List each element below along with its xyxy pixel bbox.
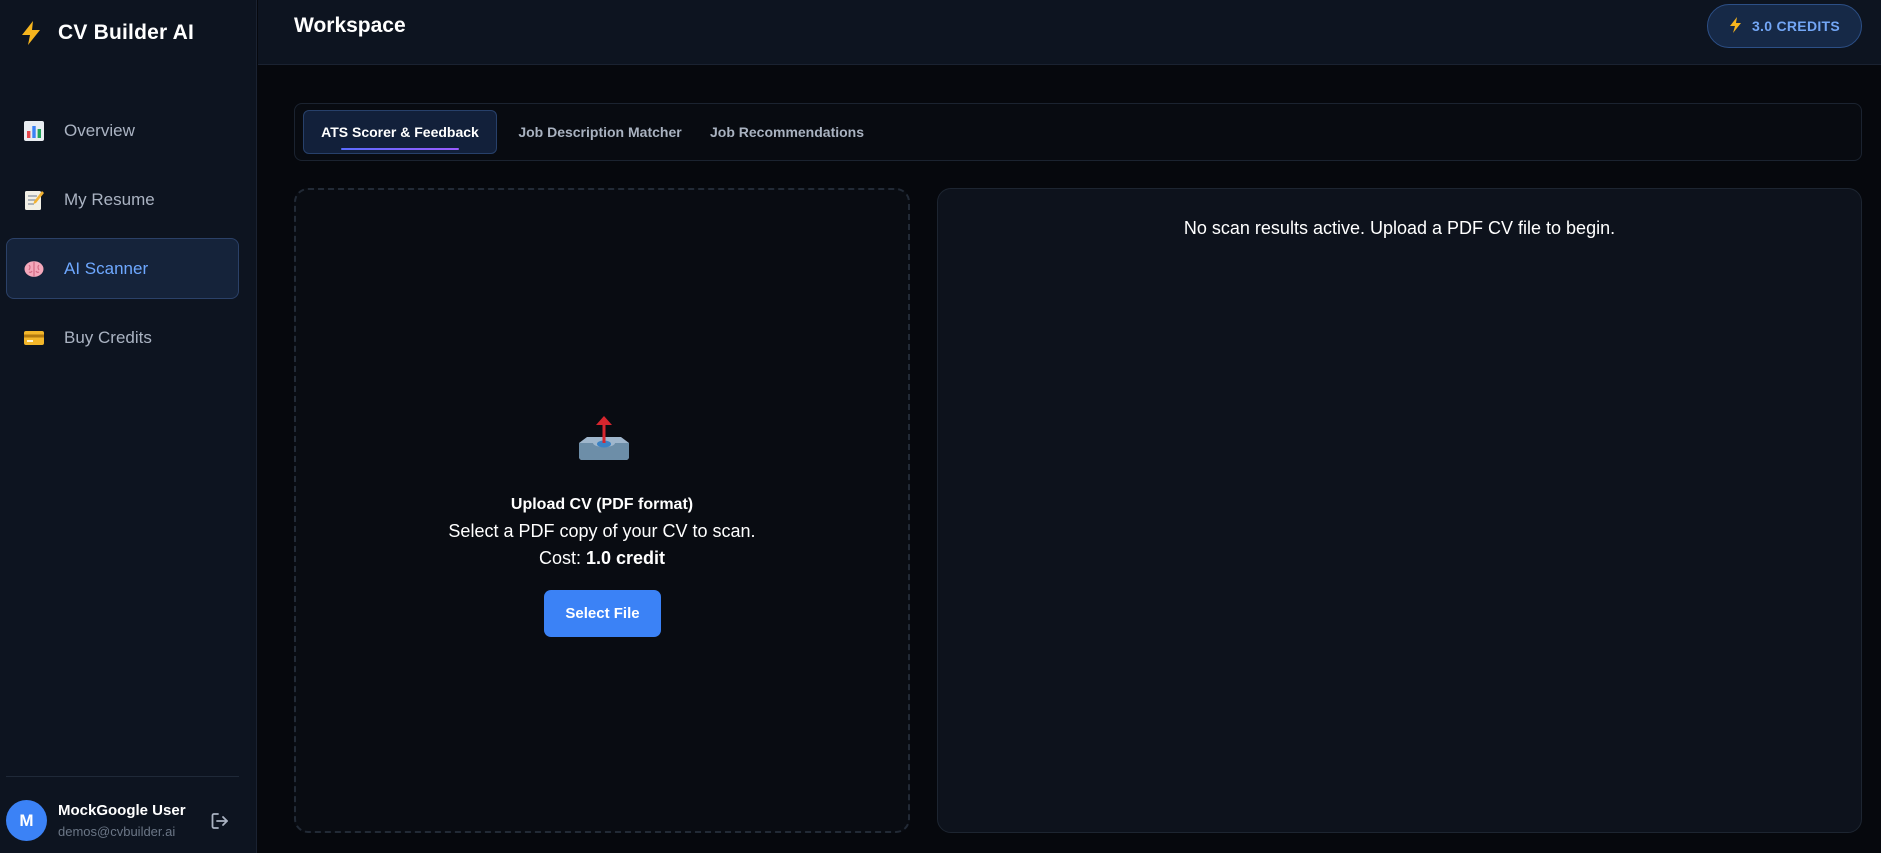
user-name: MockGoogle User: [58, 802, 186, 819]
brand-name: CV Builder AI: [58, 21, 195, 44]
sidebar-item-label: Buy Credits: [64, 327, 152, 347]
credits-label: 3.0 CREDITS: [1751, 18, 1841, 34]
tab-ats-scorer[interactable]: ATS Scorer & Feedback: [303, 110, 497, 154]
active-tab-indicator: [341, 148, 459, 150]
sidebar-item-ai-scanner[interactable]: AI Scanner: [6, 238, 239, 299]
tab-label: Job Description Matcher: [518, 124, 682, 140]
brand[interactable]: CV Builder AI: [18, 20, 194, 46]
cost-value: 1.0 credit: [585, 548, 666, 568]
sidebar-item-label: AI Scanner: [64, 258, 149, 278]
user-info: MockGoogle User demos@cvbuilder.ai: [58, 802, 186, 839]
lightning-icon: [1729, 16, 1742, 36]
logout-icon[interactable]: [209, 810, 231, 832]
upload-title: Upload CV (PDF format): [510, 496, 694, 513]
empty-results-message: No scan results active. Upload a PDF CV …: [1183, 218, 1616, 238]
upload-cost: Cost: 1.0 credit: [296, 548, 908, 569]
top-header: Workspace 3.0 CREDITS: [258, 0, 1881, 65]
user-email: demos@cvbuilder.ai: [58, 824, 176, 839]
sidebar-item-my-resume[interactable]: My Resume: [6, 169, 239, 230]
credits-badge[interactable]: 3.0 CREDITS: [1707, 4, 1862, 48]
tab-label: Job Recommendations: [709, 124, 865, 140]
tab-label: ATS Scorer & Feedback: [321, 124, 479, 140]
sidebar: CV Builder AI Overview My Resume AI Scan…: [0, 0, 257, 853]
credit-card-icon: [22, 326, 46, 350]
sidebar-divider: [6, 776, 239, 777]
page-title: Workspace: [294, 14, 406, 37]
bar-chart-icon: [22, 119, 46, 143]
sidebar-item-overview[interactable]: Overview: [6, 100, 239, 161]
lightning-icon: [18, 20, 44, 46]
memo-icon: [22, 188, 46, 212]
upload-dropzone[interactable]: Upload CV (PDF format) Select a PDF copy…: [294, 188, 910, 833]
scanner-tabs: ATS Scorer & Feedback Job Description Ma…: [294, 103, 1862, 161]
app-root: CV Builder AI Overview My Resume AI Scan…: [0, 0, 1881, 853]
cost-prefix: Cost:: [538, 548, 586, 568]
sidebar-item-buy-credits[interactable]: Buy Credits: [6, 307, 239, 368]
sidebar-item-label: Overview: [64, 120, 135, 140]
avatar[interactable]: M: [6, 800, 47, 841]
tab-job-description-matcher[interactable]: Job Description Matcher: [509, 110, 691, 154]
inbox-upload-icon: [575, 413, 633, 463]
user-profile: M MockGoogle User demos@cvbuilder.ai: [6, 800, 236, 841]
tab-job-recommendations[interactable]: Job Recommendations: [705, 110, 869, 154]
scan-results-panel: No scan results active. Upload a PDF CV …: [937, 188, 1862, 833]
sidebar-item-label: My Resume: [64, 189, 155, 209]
brain-icon: [22, 257, 46, 281]
sidebar-nav: Overview My Resume AI Scanner Buy Credit…: [6, 100, 239, 376]
select-file-button[interactable]: Select File: [544, 590, 661, 637]
upload-description: Select a PDF copy of your CV to scan.: [448, 521, 756, 541]
